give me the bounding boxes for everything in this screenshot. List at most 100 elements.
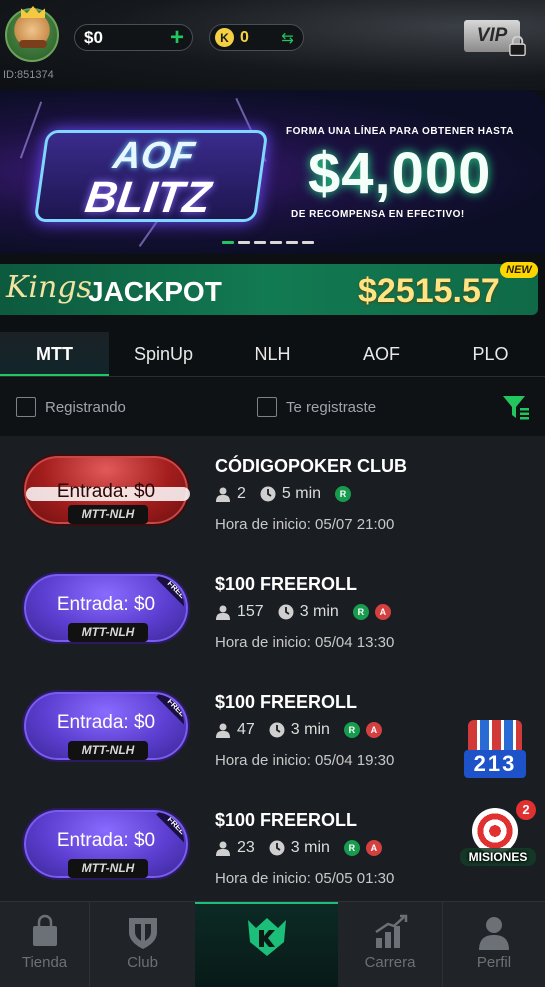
tab-plo[interactable]: PLO [436,332,545,376]
tournament-meta: 47 3 min RA [215,721,388,739]
player-icon [216,605,230,620]
addon-tag: A [374,604,391,620]
carousel-dot[interactable] [222,241,234,244]
jackpot-bar[interactable]: Kings JACKPOT $2515.57 [0,264,538,315]
game-213-widget[interactable]: 213 [462,720,528,780]
player-icon [216,487,230,502]
promo-top-text: FORMA UNA LÍNEA PARA OBTENER HASTA [286,126,514,137]
aof-blitz-logo: AOF BLITZ [33,130,269,222]
rebuy-tag: R [352,604,369,620]
blind-duration: 3 min [299,603,339,620]
rebuy-tag: R [335,486,352,502]
blind-duration: 3 min [290,839,330,856]
kings-logo-icon [247,918,286,956]
player-count: 47 [237,721,255,738]
nav-home[interactable] [195,902,338,987]
entry-button[interactable]: FREE Entrada: $0 MTT-NLH [22,572,190,644]
logo-line-1: AOF [110,135,197,177]
promo-bottom-text: DE RECOMPENSA EN EFECTIVO! [291,209,465,220]
jackpot-amount: $2515.57 [358,272,500,310]
nav-carrera[interactable]: Carrera [338,902,443,987]
tournament-row[interactable]: FREE Entrada: $0 MTT-NLH $100 FREEROLL 1… [0,554,545,672]
user-icon [479,917,509,950]
cash-balance[interactable]: $0 + [74,24,193,51]
game-type-tag: MTT-NLH [68,859,148,878]
add-cash-icon[interactable]: + [170,25,184,50]
entry-label: Entrada: $0 [56,712,156,733]
cash-amount: $0 [84,27,103,47]
shopping-bag-icon [32,914,57,946]
entry-button[interactable]: Entrada: $0 MTT-NLH [22,454,190,526]
nav-label: Club [127,954,158,971]
carousel-dot[interactable] [270,241,282,244]
exchange-icon[interactable]: ⇆ [281,29,294,47]
nav-tienda[interactable]: Tienda [0,902,90,987]
addon-tag: A [365,722,382,738]
vip-button[interactable]: VIP [464,18,528,58]
logo-line-2: BLITZ [82,173,214,222]
entry-button[interactable]: FREE Entrada: $0 MTT-NLH [22,690,190,762]
missions-widget[interactable]: MISIONES 2 [460,800,536,878]
lock-icon [509,36,526,56]
player-icon [216,723,230,738]
k-coin-amount: 0 [240,28,249,46]
rebuy-tag: R [343,722,360,738]
promo-amount: $4,000 [308,141,492,206]
tournament-row[interactable]: Entrada: $0 MTT-NLH CÓDIGOPOKER CLUB 2 5… [0,436,545,554]
mustache-icon [19,40,47,48]
tournament-title: $100 FREEROLL [215,574,358,594]
registering-checkbox[interactable]: Registrando [16,397,126,417]
clock-icon [278,604,294,620]
tournament-meta: 157 3 min RA [215,603,397,621]
carousel-dot[interactable] [302,241,314,244]
start-time: Hora de inicio: 05/04 13:30 [215,634,395,651]
tournament-title: CÓDIGOPOKER CLUB [215,456,408,476]
kings-wordmark: Kings [6,270,92,305]
registered-checkbox[interactable]: Te registraste [257,397,376,417]
carousel-dot[interactable] [254,241,266,244]
crown-icon [21,6,45,18]
checkbox-box[interactable] [16,397,36,417]
clock-icon [269,722,285,738]
blind-duration: 5 min [281,485,322,502]
carousel-dot[interactable] [238,241,250,244]
tab-mtt[interactable]: MTT [0,332,109,376]
lightning-decoration [19,101,43,159]
avatar[interactable] [5,6,59,62]
tournament-meta: 23 3 min RA [215,839,388,857]
jackpot-label: JACKPOT [88,276,222,307]
player-count: 2 [237,485,246,502]
filter-icon[interactable] [501,393,531,421]
tournament-title: $100 FREEROLL [215,692,358,712]
nav-perfil[interactable]: Perfil [443,902,545,987]
tab-spinup[interactable]: SpinUp [109,332,218,376]
registered-label: Te registraste [286,398,377,416]
game-type-tag: MTT-NLH [68,505,148,524]
nav-club[interactable]: Club [90,902,195,987]
registering-label: Registrando [45,398,126,416]
k-coin-balance[interactable]: K 0 ⇆ [209,24,304,51]
nav-label: Tienda [21,954,68,971]
entry-label: Entrada: $0 [56,830,156,851]
tournament-meta: 2 5 min R [215,485,357,503]
carousel-dot[interactable] [286,241,298,244]
k-coin-icon: K [215,28,234,47]
nav-label: Carrera [364,954,416,971]
new-badge: NEW [500,262,538,278]
start-time: Hora de inicio: 05/07 21:00 [215,516,395,533]
player-count: 157 [237,603,264,620]
tab-aof[interactable]: AOF [327,332,436,376]
missions-label: MISIONES [460,848,536,866]
entry-button[interactable]: FREE Entrada: $0 MTT-NLH [22,808,190,880]
rebuy-tag: R [343,840,360,856]
entry-label: Entrada: $0 [56,481,156,502]
shield-icon [128,918,157,949]
tab-nlh[interactable]: NLH [218,332,327,376]
carousel-indicator [222,241,314,244]
nav-label: Perfil [476,954,512,971]
player-icon [216,841,230,856]
game-type-tag: MTT-NLH [68,623,148,642]
chips-icon [468,720,522,750]
clock-icon [269,840,285,856]
checkbox-box[interactable] [257,397,277,417]
